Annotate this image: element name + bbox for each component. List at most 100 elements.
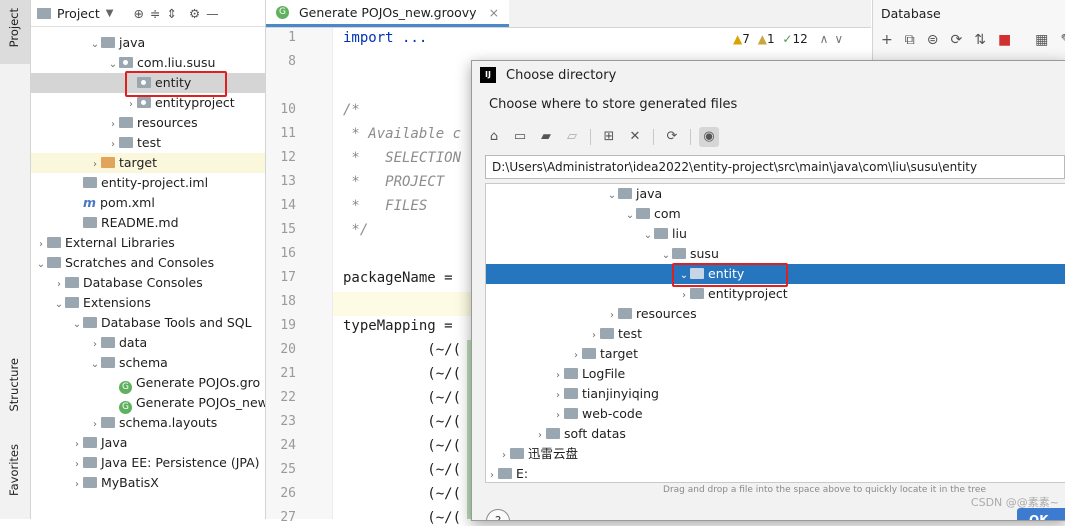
expand-arrow-icon[interactable]: ⌄ [642,226,654,246]
directory-tree-row[interactable]: › web-code [486,404,1065,424]
expand-arrow-icon[interactable]: › [486,466,498,482]
project-tree-row[interactable]: ⌄ com.liu.susu [31,53,265,73]
project-tree-row[interactable]: › Database Consoles [31,273,265,293]
table-icon[interactable]: ▦ [1035,32,1048,48]
project-tree-row[interactable]: G Generate POJOs_new [31,393,265,414]
project-tree-row[interactable]: › External Libraries [31,233,265,253]
project-tool-tab[interactable]: Project [7,8,21,47]
stop-icon[interactable]: ■ [998,32,1011,48]
inspection-widget[interactable]: ▲7 ▲1 ✓12 ∧ ∨ [733,32,843,46]
expand-arrow-icon[interactable]: ⌄ [606,186,618,206]
expand-arrow-icon[interactable]: › [107,115,119,135]
locate-icon[interactable]: ⊕ [133,6,143,21]
expand-arrow-icon[interactable]: › [125,95,137,115]
project-tree-row[interactable]: › resources [31,113,265,133]
directory-tree-row[interactable]: › resources [486,304,1065,324]
project-tree-row[interactable]: › target [31,153,265,173]
gear-icon[interactable]: ⚙ [189,6,200,21]
expand-arrow-icon[interactable]: ⌄ [53,295,65,315]
collapse-all-icon[interactable]: ≑ [150,6,160,21]
expand-arrow-icon[interactable]: ⌄ [89,355,101,375]
folder-icon [564,408,578,419]
project-tree-row[interactable]: README.md [31,213,265,233]
expand-arrow-icon[interactable]: ⌄ [624,206,636,226]
expand-arrow-icon[interactable]: › [552,386,564,406]
directory-tree-row[interactable]: ⌄ susu [486,244,1065,264]
directory-tree-row[interactable]: › LogFile [486,364,1065,384]
project-folder-icon[interactable]: ▰ [536,127,556,147]
editor-tab-groovy[interactable]: G Generate POJOs_new.groovy × [266,0,510,27]
expand-arrow-icon[interactable]: › [53,275,65,295]
add-icon[interactable]: + [881,32,893,48]
help-button[interactable]: ? [486,509,510,520]
refresh-icon[interactable]: ⟳ [662,127,682,147]
expand-arrow-icon[interactable]: › [89,335,101,355]
expand-arrow-icon[interactable]: ⌄ [35,255,47,275]
directory-tree-row[interactable]: › target [486,344,1065,364]
project-tree-row[interactable]: › schema.layouts [31,413,265,433]
project-tree-row[interactable]: ⌄ Database Tools and SQL [31,313,265,333]
project-tree-row[interactable]: ⌄ Scratches and Consoles [31,253,265,273]
home-icon[interactable]: ⌂ [484,127,504,147]
directory-tree-row[interactable]: ⌄ com [486,204,1065,224]
project-tree-row[interactable]: › test [31,133,265,153]
minimize-icon[interactable]: — [206,6,219,21]
directory-tree-row[interactable]: › entityproject [486,284,1065,304]
close-icon[interactable]: × [489,5,499,20]
expand-arrow-icon[interactable]: › [71,435,83,455]
project-tree-row[interactable]: entity-project.iml [31,173,265,193]
directory-tree-row[interactable]: › 迅雷云盘 [486,444,1065,464]
project-tree-row[interactable]: › Java [31,433,265,453]
delete-icon[interactable]: ✕ [625,127,645,147]
directory-tree-row[interactable]: › soft datas [486,424,1065,444]
project-view-title[interactable]: Project [57,6,100,21]
project-tree-row[interactable]: m pom.xml [31,193,265,213]
expand-arrow-icon[interactable]: › [552,406,564,426]
project-tree-row[interactable]: ⌄ java [31,33,265,53]
expand-arrow-icon[interactable]: › [107,135,119,155]
structure-tool-tab[interactable]: Structure [7,358,21,412]
directory-tree-row[interactable]: ⌄ liu [486,224,1065,244]
project-tree-row[interactable]: G Generate POJOs.gro [31,373,265,394]
project-tree-row[interactable]: › MyBatisX [31,473,265,493]
expand-arrow-icon[interactable]: › [588,326,600,346]
directory-tree[interactable]: ⌄ java ⌄ com ⌄ liu ⌄ susu ⌄ entity › entityproject ›… [485,183,1065,483]
chevron-down-icon[interactable]: ▼ [106,8,114,19]
expand-arrow-icon[interactable]: › [35,235,47,255]
directory-tree-row[interactable]: › tianjinyiqing [486,384,1065,404]
refresh-icon[interactable]: ⟳ [950,32,962,48]
expand-arrow-icon[interactable]: ⌄ [71,315,83,335]
expand-arrow-icon[interactable]: › [71,475,83,495]
copy-icon[interactable]: ⧉ [905,32,915,48]
directory-tree-row[interactable]: › test [486,324,1065,344]
edit-icon[interactable]: ✎ [1060,32,1065,48]
expand-arrow-icon[interactable]: ⌄ [89,35,101,55]
desktop-icon[interactable]: ▭ [510,127,530,147]
favorites-tool-tab[interactable]: Favorites [7,444,21,496]
expand-arrow-icon[interactable]: ⌄ [660,246,672,266]
directory-tree-row[interactable]: ⌄ java [486,184,1065,204]
expand-arrow-icon[interactable]: › [71,455,83,475]
project-tree-row[interactable]: › Java EE: Persistence (JPA) [31,453,265,473]
project-tree-row[interactable]: ⌄ schema [31,353,265,373]
expand-arrow-icon[interactable]: › [570,346,582,366]
project-tree-row[interactable]: › data [31,333,265,353]
expand-arrow-icon[interactable]: ⌄ [107,55,119,75]
new-folder-icon[interactable]: ⊞ [599,127,619,147]
expand-arrow-icon[interactable]: › [89,415,101,435]
directory-tree-row[interactable]: › E: [486,464,1065,482]
project-tree-row[interactable]: ⌄ Extensions [31,293,265,313]
expand-arrow-icon[interactable]: › [498,446,510,466]
expand-arrow-icon[interactable]: › [606,306,618,326]
project-view-icon [37,7,51,19]
expand-arrow-icon[interactable]: › [552,366,564,386]
properties-icon[interactable]: ⊜ [927,32,939,48]
expand-arrow-icon[interactable]: › [678,286,690,306]
sync-icon[interactable]: ⇅ [974,32,986,48]
expand-all-icon[interactable]: ⇕ [166,6,176,21]
path-field[interactable]: D:\Users\Administrator\idea2022\entity-p… [485,155,1065,179]
expand-arrow-icon[interactable]: › [534,426,546,446]
module-folder-icon[interactable]: ▱ [562,127,582,147]
expand-arrow-icon[interactable]: › [89,155,101,175]
show-hidden-icon[interactable]: ◉ [699,127,719,147]
